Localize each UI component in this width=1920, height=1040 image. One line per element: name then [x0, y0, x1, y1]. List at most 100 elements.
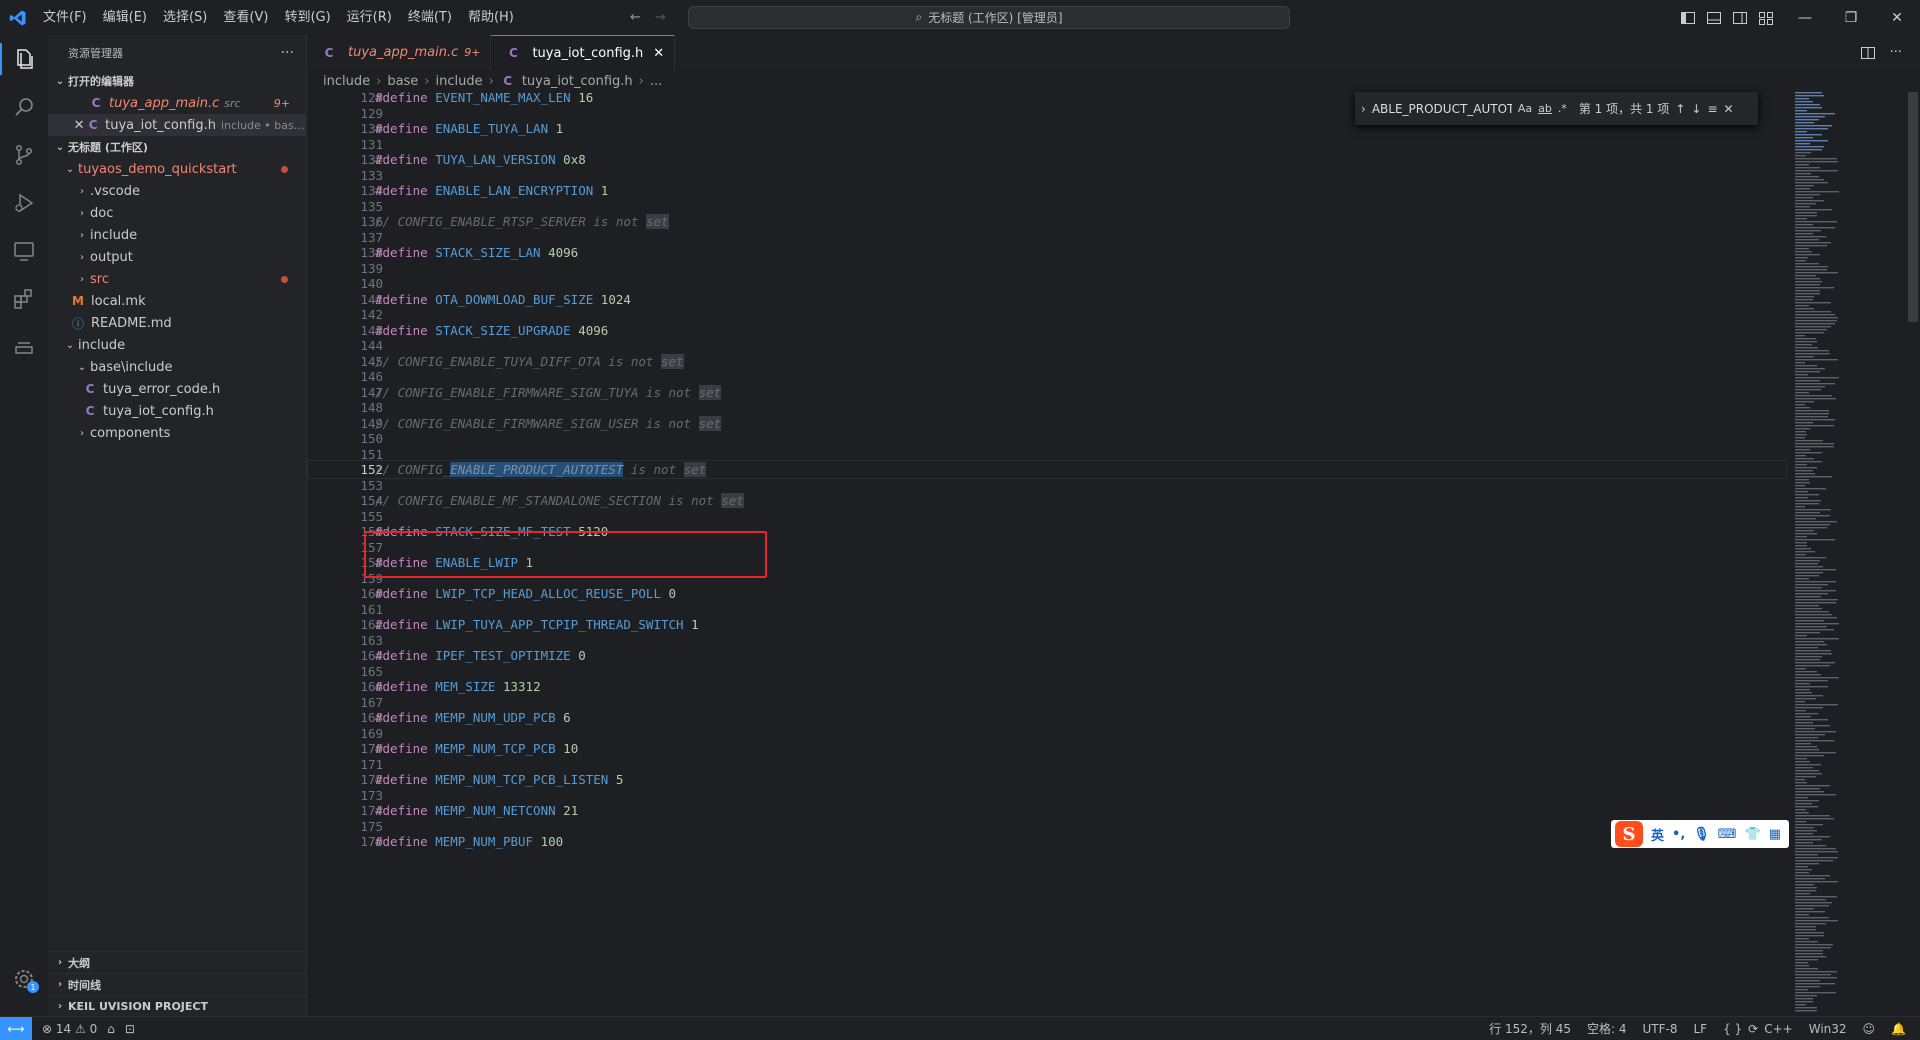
breadcrumb-item[interactable]: base: [387, 74, 418, 89]
command-center[interactable]: ⌕ 无标题 (工作区) [管理员]: [688, 6, 1290, 29]
toggle-panel-icon[interactable]: [1706, 10, 1722, 26]
chevron-right-icon[interactable]: ›: [1361, 102, 1366, 116]
vertical-scrollbar[interactable]: [1906, 92, 1920, 1016]
skin-shirt-icon[interactable]: 👕: [1745, 827, 1761, 842]
remote-explorer-icon[interactable]: [0, 227, 48, 275]
outline-header[interactable]: › 大纲: [48, 951, 307, 973]
settings-gear-icon[interactable]: 1: [0, 955, 48, 1003]
more-actions-icon[interactable]: ···: [1890, 45, 1902, 60]
minimap-line: [1795, 230, 1821, 232]
tree-folder[interactable]: ⌄ base\include: [48, 356, 306, 378]
minimize-icon[interactable]: —: [1782, 0, 1828, 35]
find-in-selection-icon[interactable]: ≡: [1707, 102, 1717, 116]
notifications-bell-icon[interactable]: 🔔: [1891, 1022, 1906, 1036]
toggle-secondary-sidebar-icon[interactable]: [1732, 10, 1748, 26]
split-editor-icon[interactable]: [1860, 45, 1876, 61]
cursor-position[interactable]: 行 152，列 45: [1489, 1020, 1571, 1037]
close-tab-icon[interactable]: ✕: [653, 46, 664, 61]
terminal-icon[interactable]: ⊡: [125, 1022, 135, 1036]
restore-icon[interactable]: ❐: [1828, 0, 1874, 35]
minimap-line: [1795, 980, 1820, 982]
open-editors-header[interactable]: ⌄ 打开的编辑器: [48, 70, 306, 92]
breadcrumb-item[interactable]: tuya_iot_config.h: [522, 74, 633, 89]
platformio-icon[interactable]: [0, 323, 48, 371]
end-of-line[interactable]: LF: [1693, 1022, 1707, 1036]
minimap-line: [1795, 611, 1829, 613]
tree-folder[interactable]: › components: [48, 422, 306, 444]
toolbox-grid-icon[interactable]: ▦: [1769, 827, 1781, 842]
menu-item[interactable]: 编辑(E): [95, 6, 155, 30]
minimap-line: [1795, 836, 1830, 838]
tree-folder[interactable]: › src: [48, 268, 306, 290]
ime-punctuation-toggle[interactable]: •,: [1672, 827, 1685, 842]
source-control-icon[interactable]: [0, 131, 48, 179]
close-icon[interactable]: ✕: [1724, 102, 1734, 116]
indentation[interactable]: 空格: 4: [1587, 1020, 1627, 1037]
minimap-line: [1795, 902, 1832, 904]
timeline-header[interactable]: › 时间线: [48, 973, 307, 995]
tree-file[interactable]: M local.mk: [48, 290, 306, 312]
menu-item[interactable]: 终端(T): [400, 6, 460, 30]
minimap[interactable]: [1793, 92, 1903, 1016]
menu-item[interactable]: 转到(G): [276, 6, 338, 30]
minimap-line: [1795, 944, 1833, 946]
forward-arrow-icon[interactable]: →: [655, 10, 666, 25]
ime-language-toggle[interactable]: 英: [1651, 825, 1664, 844]
menu-item[interactable]: 帮助(H): [460, 6, 522, 30]
search-icon[interactable]: [0, 83, 48, 131]
workspace-header[interactable]: ⌄ 无标题 (工作区): [48, 136, 306, 158]
tree-folder-root[interactable]: ⌄ tuyaos_demo_quickstart: [48, 158, 306, 180]
breadcrumb-item[interactable]: include: [436, 74, 483, 89]
menu-item[interactable]: 选择(S): [155, 6, 215, 30]
close-icon[interactable]: ✕: [72, 118, 86, 133]
feedback-icon[interactable]: ☺: [1863, 1022, 1876, 1036]
more-actions-icon[interactable]: ···: [281, 45, 294, 61]
platform-config[interactable]: Win32: [1809, 1022, 1847, 1036]
find-input[interactable]: ABLE_PRODUCT_AUTOTE: [1372, 98, 1512, 120]
scrollbar-thumb[interactable]: [1908, 92, 1918, 322]
tree-folder[interactable]: › .vscode: [48, 180, 306, 202]
tree-folder[interactable]: › output: [48, 246, 306, 268]
minimap-line: [1795, 323, 1835, 325]
minimap-line: [1795, 293, 1820, 295]
next-match-icon[interactable]: ↓: [1691, 102, 1701, 116]
minimap-line: [1795, 236, 1826, 238]
microphone-icon[interactable]: 🎙: [1693, 827, 1710, 842]
open-editor-item[interactable]: ✕ C tuya_iot_config.h include • base\i..…: [48, 114, 306, 136]
minimap-line: [1795, 959, 1818, 961]
minimap-line: [1795, 791, 1824, 793]
keil-project-header[interactable]: › KEIL UVISION PROJECT: [48, 995, 307, 1017]
tree-file[interactable]: ⓘ README.md: [48, 312, 306, 334]
previous-match-icon[interactable]: ↑: [1675, 102, 1685, 116]
explorer-icon[interactable]: [0, 35, 48, 83]
menu-item[interactable]: 查看(V): [215, 6, 276, 30]
tree-folder[interactable]: › doc: [48, 202, 306, 224]
match-case-option[interactable]: Aa: [1518, 102, 1532, 115]
language-mode[interactable]: { } ⟳ C++: [1723, 1022, 1793, 1036]
tab-tuya-app-main[interactable]: C tuya_app_main.c 9+: [307, 35, 492, 70]
menu-item[interactable]: 文件(F): [35, 6, 95, 30]
run-debug-icon[interactable]: [0, 179, 48, 227]
extensions-icon[interactable]: [0, 275, 48, 323]
tab-tuya-iot-config[interactable]: C tuya_iot_config.h ✕: [491, 35, 676, 70]
code-line: 176 #define MEMP_NUM_PBUF 100: [307, 832, 1787, 851]
remote-indicator-icon[interactable]: ⟷: [0, 1016, 32, 1040]
breadcrumb-item[interactable]: ...: [650, 74, 662, 89]
toggle-primary-sidebar-icon[interactable]: [1680, 10, 1696, 26]
tree-folder[interactable]: › include: [48, 224, 306, 246]
encoding[interactable]: UTF-8: [1642, 1022, 1677, 1036]
open-editor-item[interactable]: C tuya_app_main.c src 9+: [48, 92, 306, 114]
back-arrow-icon[interactable]: ←: [630, 10, 641, 25]
tree-file[interactable]: C tuya_iot_config.h: [48, 400, 306, 422]
home-icon[interactable]: ⌂: [107, 1022, 115, 1036]
keyboard-icon[interactable]: ⌨: [1718, 827, 1737, 842]
whole-word-option[interactable]: ab: [1538, 102, 1552, 115]
regex-option[interactable]: .*: [1558, 102, 1567, 115]
customize-layout-icon[interactable]: [1758, 10, 1774, 26]
menu-item[interactable]: 运行(R): [339, 6, 400, 30]
close-window-icon[interactable]: ✕: [1874, 0, 1920, 35]
tree-file[interactable]: C tuya_error_code.h: [48, 378, 306, 400]
tree-folder-root[interactable]: ⌄ include: [48, 334, 306, 356]
problems-indicator[interactable]: ⊗ 14 ⚠ 0: [42, 1022, 97, 1036]
breadcrumb-item[interactable]: include: [323, 74, 370, 89]
